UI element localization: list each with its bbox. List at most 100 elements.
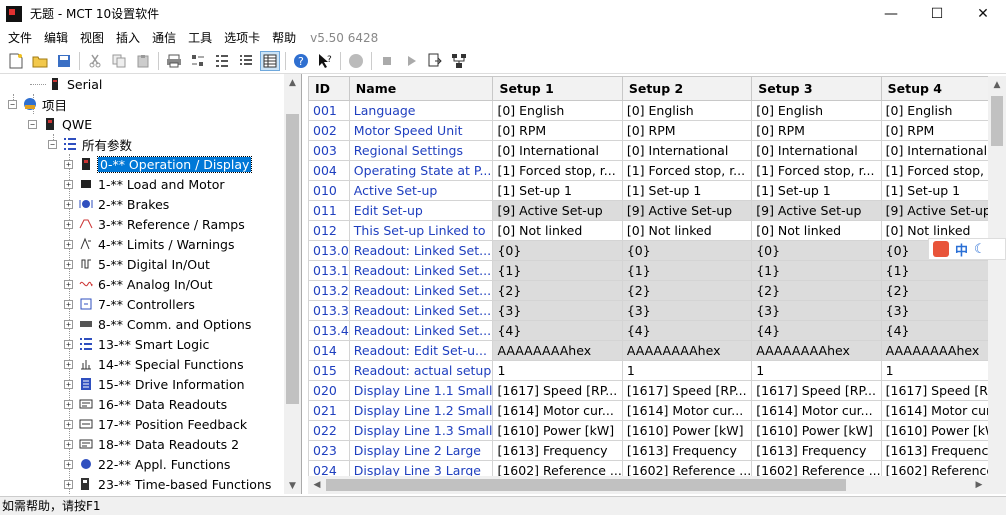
table-row[interactable]: 003 Regional Settings [0] International [0]… bbox=[308, 140, 1006, 161]
table-row[interactable]: 013.3 Readout: Linked Set... {3} {3} {3} {3} bbox=[308, 300, 1006, 321]
tree-item-all-params[interactable]: − 所有参数 bbox=[48, 134, 132, 154]
scroll-left-icon[interactable]: ◀ bbox=[308, 476, 326, 494]
tree-scrollbar[interactable]: ▲ ▼ bbox=[284, 74, 301, 494]
menu-help[interactable]: 帮助 bbox=[266, 27, 302, 49]
cell-setup-1[interactable]: 1 bbox=[492, 360, 623, 381]
tree-item-group[interactable]: +15-** Drive Information bbox=[64, 374, 245, 394]
cell-setup-1[interactable]: {2} bbox=[492, 280, 623, 301]
cell-id[interactable]: 020 bbox=[308, 380, 350, 401]
cell-id[interactable]: 003 bbox=[308, 140, 350, 161]
cell-setup-1[interactable]: [0] International bbox=[492, 140, 623, 161]
cell-setup-1[interactable]: [0] RPM bbox=[492, 120, 623, 141]
cell-id[interactable]: 011 bbox=[308, 200, 350, 221]
column-header-id[interactable]: ID bbox=[308, 76, 350, 101]
tree-item-project[interactable]: − 项目 bbox=[8, 94, 67, 114]
cell-setup-2[interactable]: {3} bbox=[621, 300, 753, 321]
cell-name[interactable]: Readout: Linked Set... bbox=[348, 260, 494, 281]
cell-setup-3[interactable]: [9] Active Set-up bbox=[751, 200, 882, 221]
expand-icon[interactable]: + bbox=[64, 359, 73, 369]
cell-setup-3[interactable]: [1] Forced stop, r... bbox=[751, 160, 882, 181]
connect-icon[interactable] bbox=[346, 51, 366, 71]
cell-setup-3[interactable]: 1 bbox=[751, 360, 882, 381]
cell-name[interactable]: Regional Settings bbox=[348, 140, 494, 161]
expand-icon[interactable]: + bbox=[64, 319, 73, 329]
menu-tools[interactable]: 工具 bbox=[182, 27, 218, 49]
cell-setup-1[interactable]: [1610] Power [kW] bbox=[492, 420, 623, 441]
expand-icon[interactable]: + bbox=[64, 439, 73, 449]
help-icon[interactable]: ? bbox=[291, 51, 311, 71]
cell-id[interactable]: 013.3 bbox=[308, 300, 350, 321]
grid-horizontal-scroll-thumb[interactable] bbox=[326, 479, 846, 491]
tree-item-drive[interactable]: − QWE bbox=[28, 114, 92, 134]
expand-icon[interactable]: + bbox=[64, 199, 73, 209]
open-folder-icon[interactable] bbox=[30, 51, 50, 71]
collapse-icon[interactable]: − bbox=[8, 99, 17, 109]
cell-setup-1[interactable]: {1} bbox=[492, 260, 623, 281]
cell-setup-3[interactable]: [0] RPM bbox=[751, 120, 882, 141]
cell-setup-3[interactable]: [1613] Frequency bbox=[751, 440, 882, 461]
grid-vertical-scroll-thumb[interactable] bbox=[991, 96, 1003, 146]
cell-name[interactable]: Display Line 1.1 Small bbox=[348, 380, 494, 401]
tree-item-group[interactable]: +14-** Special Functions bbox=[64, 354, 244, 374]
table-row[interactable]: 013.4 Readout: Linked Set... {4} {4} {4} {4} bbox=[308, 320, 1006, 341]
expand-icon[interactable]: + bbox=[64, 399, 73, 409]
cell-id[interactable]: 001 bbox=[308, 100, 350, 121]
expand-icon[interactable]: + bbox=[64, 279, 73, 289]
parameter-tree[interactable]: Serial − 项目 − QWE − 所有参数 +0-** Operation… bbox=[0, 74, 302, 494]
cell-setup-1[interactable]: {4} bbox=[492, 320, 623, 341]
read-from-drive-icon[interactable] bbox=[425, 51, 445, 71]
table-row[interactable]: 013.1 Readout: Linked Set... {1} {1} {1} {1} bbox=[308, 260, 1006, 281]
tree-item-group[interactable]: +2-** Brakes bbox=[64, 194, 169, 214]
cell-setup-3[interactable]: [1617] Speed [RP... bbox=[751, 380, 882, 401]
cell-name[interactable]: Display Line 1.3 Small bbox=[348, 420, 494, 441]
cell-setup-2[interactable]: AAAAAAAAhex bbox=[621, 340, 753, 361]
tree-item-group[interactable]: +23-** Time-based Functions bbox=[64, 474, 271, 494]
cell-setup-2[interactable]: [1617] Speed [RP... bbox=[621, 380, 753, 401]
close-button[interactable]: ✕ bbox=[960, 0, 1006, 27]
tree-scroll-thumb[interactable] bbox=[286, 114, 299, 404]
cell-setup-2[interactable]: {0} bbox=[621, 240, 753, 261]
ime-language-toggle[interactable]: 中 bbox=[955, 240, 968, 259]
print-icon[interactable] bbox=[164, 51, 184, 71]
cell-setup-1[interactable]: [0] English bbox=[492, 100, 623, 121]
cell-setup-2[interactable]: [0] RPM bbox=[621, 120, 753, 141]
minimize-button[interactable]: — bbox=[868, 0, 914, 27]
cell-setup-1[interactable]: {3} bbox=[492, 300, 623, 321]
table-row[interactable]: 013.0 Readout: Linked Set... {0} {0} {0} {0} bbox=[308, 240, 1006, 261]
scroll-down-icon[interactable]: ▼ bbox=[284, 477, 301, 494]
context-help-icon[interactable]: ? bbox=[315, 51, 335, 71]
maximize-button[interactable]: ☐ bbox=[914, 0, 960, 27]
cell-setup-3[interactable]: [1614] Motor cur... bbox=[751, 400, 882, 421]
cell-name[interactable]: Display Line 1.2 Small bbox=[348, 400, 494, 421]
tree-item-group[interactable]: +18-** Data Readouts 2 bbox=[64, 434, 239, 454]
tree-item-group[interactable]: +22-** Appl. Functions bbox=[64, 454, 230, 474]
cell-setup-3[interactable]: {3} bbox=[751, 300, 882, 321]
expand-icon[interactable]: + bbox=[64, 259, 73, 269]
table-row[interactable]: 015 Readout: actual setup 1 1 1 1 bbox=[308, 360, 1006, 381]
tree-item-group[interactable]: +17-** Position Feedback bbox=[64, 414, 247, 434]
table-row[interactable]: 004 Operating State at P... [1] Forced sto… bbox=[308, 160, 1006, 181]
column-header-setup-2[interactable]: Setup 2 bbox=[621, 76, 753, 101]
cell-setup-1[interactable]: [1613] Frequency bbox=[492, 440, 623, 461]
tree-item-group[interactable]: +6-** Analog In/Out bbox=[64, 274, 213, 294]
cell-setup-1[interactable]: AAAAAAAAhex bbox=[492, 340, 623, 361]
cell-setup-2[interactable]: [1] Set-up 1 bbox=[621, 180, 753, 201]
cell-id[interactable]: 002 bbox=[308, 120, 350, 141]
table-row[interactable]: 023 Display Line 2 Large [1613] Frequency[… bbox=[308, 440, 1006, 461]
menu-communication[interactable]: 通信 bbox=[146, 27, 182, 49]
cell-setup-1[interactable]: [1] Set-up 1 bbox=[492, 180, 623, 201]
grid-horizontal-scrollbar[interactable]: ◀ ▶ bbox=[308, 476, 988, 494]
cell-name[interactable]: Readout: actual setup bbox=[348, 360, 494, 381]
cell-name[interactable]: Motor Speed Unit bbox=[348, 120, 494, 141]
cell-setup-2[interactable]: [9] Active Set-up bbox=[621, 200, 753, 221]
expand-icon[interactable]: + bbox=[64, 179, 73, 189]
expand-icon[interactable]: + bbox=[64, 299, 73, 309]
save-icon[interactable] bbox=[54, 51, 74, 71]
cell-name[interactable]: Edit Set-up bbox=[348, 200, 494, 221]
cell-id[interactable]: 021 bbox=[308, 400, 350, 421]
cell-name[interactable]: Operating State at P... bbox=[348, 160, 494, 181]
cell-name[interactable]: Active Set-up bbox=[348, 180, 494, 201]
copy-icon[interactable] bbox=[109, 51, 129, 71]
cell-setup-3[interactable]: [1] Set-up 1 bbox=[751, 180, 882, 201]
cell-id[interactable]: 022 bbox=[308, 420, 350, 441]
